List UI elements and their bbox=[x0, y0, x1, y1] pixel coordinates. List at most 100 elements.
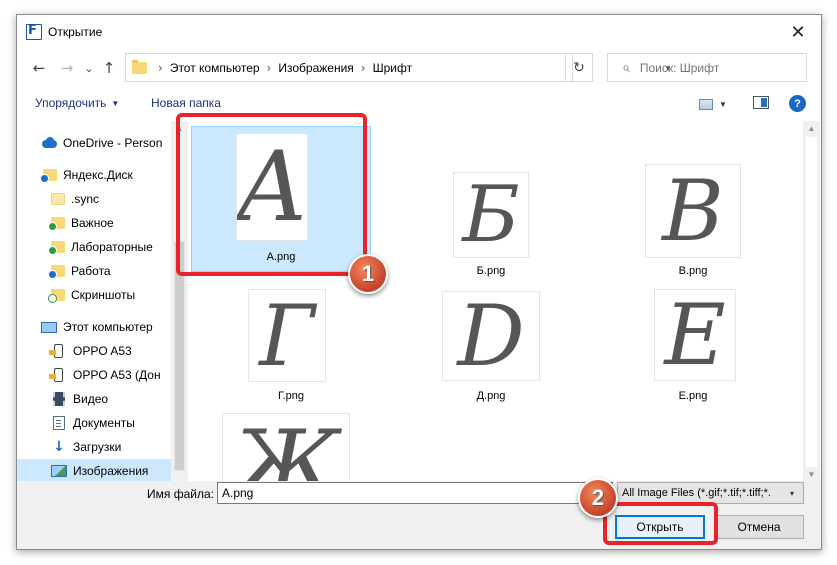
thumbnail-glyph: Б bbox=[462, 172, 520, 258]
sidebar-item-label: .sync bbox=[71, 192, 100, 206]
sidebar-item-documents[interactable]: Документы bbox=[17, 411, 171, 435]
scroll-up-icon[interactable]: ▲ bbox=[803, 121, 820, 135]
file-tile-a[interactable]: A А.png bbox=[191, 126, 371, 272]
close-button[interactable]: ✕ bbox=[775, 15, 821, 49]
forward-button[interactable]: → bbox=[57, 58, 77, 78]
file-name: Г.png bbox=[277, 390, 305, 402]
sidebar-item-this-pc[interactable]: Этот компьютер bbox=[17, 315, 171, 339]
scrollbar-track[interactable] bbox=[806, 137, 817, 467]
navigation-bar: ← → ⌄ ↑ › Этот компьютер › Изображения ›… bbox=[17, 53, 821, 83]
search-icon: ⌕ bbox=[622, 59, 630, 76]
command-bar: Упорядочить ▼ Новая папка ▼ ? bbox=[17, 91, 821, 117]
scrollbar-thumb[interactable] bbox=[174, 241, 185, 471]
sidebar-item-oppo-a53-2[interactable]: OPPO A53 (Дон bbox=[17, 363, 171, 387]
file-tile-d[interactable]: D Д.png bbox=[384, 279, 564, 425]
file-tile-e[interactable]: E Е.png bbox=[586, 279, 766, 425]
sidebar-item-oppo-a53[interactable]: OPPO A53 bbox=[17, 339, 171, 363]
search-input[interactable] bbox=[639, 60, 790, 75]
sidebar-item-sync[interactable]: .sync bbox=[17, 187, 171, 211]
organize-label: Упорядочить bbox=[35, 96, 107, 110]
sidebar-item-label: Лабораторные bbox=[71, 240, 153, 254]
folder-icon bbox=[51, 193, 65, 205]
organize-button[interactable]: Упорядочить ▼ bbox=[35, 96, 119, 110]
scroll-down-icon[interactable]: ▼ bbox=[803, 467, 820, 481]
file-thumbnail: Г bbox=[248, 289, 326, 382]
sidebar-item-label: Загрузки bbox=[73, 440, 122, 454]
file-name: Е.png bbox=[678, 390, 708, 402]
video-icon bbox=[53, 392, 65, 406]
file-thumbnail: E bbox=[654, 289, 736, 381]
recent-locations-button[interactable]: ⌄ bbox=[79, 58, 99, 78]
search-box[interactable]: ⌕ bbox=[607, 53, 807, 82]
folder-syncing-icon bbox=[48, 265, 65, 279]
scroll-up-icon[interactable]: ▲ bbox=[171, 121, 188, 135]
chevron-right-icon: › bbox=[360, 60, 366, 75]
chevron-right-icon: › bbox=[158, 60, 163, 75]
title-bar: F Открытие ✕ bbox=[17, 15, 821, 49]
help-button[interactable]: ? bbox=[789, 95, 806, 112]
sidebar-item-onedrive[interactable]: OneDrive - Person bbox=[17, 131, 171, 155]
thumbnail-glyph: E bbox=[664, 289, 726, 381]
refresh-button[interactable]: ↻ bbox=[565, 53, 593, 82]
file-tile-zh[interactable]: Ж bbox=[188, 403, 368, 481]
navigation-pane-scrollbar[interactable]: ▲ bbox=[171, 121, 188, 481]
breadcrumb-font[interactable]: Шрифт bbox=[373, 61, 412, 75]
step-marker-2: 2 bbox=[578, 478, 618, 518]
new-folder-button[interactable]: Новая папка bbox=[151, 96, 221, 110]
caret-down-icon: ▼ bbox=[111, 99, 120, 108]
file-thumbnail: B bbox=[645, 164, 741, 258]
chevron-right-icon: › bbox=[266, 60, 272, 75]
thumbnail-glyph: D bbox=[457, 291, 525, 381]
navigation-pane: OneDrive - Person Яндекс.Диск .sync Важн… bbox=[17, 121, 171, 481]
sidebar-item-screenshots[interactable]: Скриншоты bbox=[17, 283, 171, 307]
sidebar-item-downloads[interactable]: ↓ Загрузки bbox=[17, 435, 171, 459]
sidebar-item-work[interactable]: Работа bbox=[17, 259, 171, 283]
sidebar-item-label: OPPO A53 bbox=[73, 344, 132, 358]
computer-icon bbox=[41, 321, 57, 333]
sidebar-item-pictures[interactable]: Изображения bbox=[17, 459, 171, 481]
folder-icon bbox=[132, 59, 147, 74]
folder-synced-icon bbox=[48, 241, 65, 255]
folder-synced-icon bbox=[48, 217, 65, 231]
cancel-button[interactable]: Отмена bbox=[714, 515, 804, 539]
up-button[interactable]: ↑ bbox=[99, 58, 119, 78]
file-tile-v[interactable]: B В.png bbox=[586, 126, 766, 277]
file-name: А.png bbox=[266, 251, 296, 263]
preview-pane-button[interactable] bbox=[753, 96, 769, 109]
address-bar[interactable]: › Этот компьютер › Изображения › Шрифт ▾ bbox=[125, 53, 670, 82]
sidebar-item-label: OPPO A53 (Дон bbox=[73, 368, 161, 382]
sidebar-item-yandex-disk[interactable]: Яндекс.Диск bbox=[17, 163, 171, 187]
file-thumbnail: A bbox=[236, 133, 308, 241]
filename-input[interactable] bbox=[217, 482, 613, 504]
sidebar-item-label: Скриншоты bbox=[71, 288, 136, 302]
sidebar-item-label: OneDrive - Person bbox=[63, 136, 163, 150]
open-button[interactable]: Открыть bbox=[615, 515, 705, 539]
app-icon: F bbox=[26, 23, 42, 40]
sidebar-item-important[interactable]: Важное bbox=[17, 211, 171, 235]
file-thumbnail: D bbox=[442, 291, 540, 381]
sidebar-item-video[interactable]: Видео bbox=[17, 387, 171, 411]
thumbnail-glyph: Г bbox=[259, 289, 315, 382]
sidebar-item-label: Изображения bbox=[73, 464, 149, 478]
thumbnail-glyph: A bbox=[237, 133, 307, 241]
thumbnail-glyph: Ж bbox=[232, 413, 340, 481]
chevron-down-icon: ▾ bbox=[790, 488, 795, 498]
change-view-button[interactable]: ▼ bbox=[699, 96, 729, 112]
file-list-scrollbar[interactable]: ▲ ▼ bbox=[803, 121, 820, 481]
window-title: Открытие bbox=[48, 25, 103, 39]
sidebar-item-label: Этот компьютер bbox=[63, 320, 153, 334]
sidebar-item-label: Работа bbox=[71, 264, 111, 278]
file-tile-b[interactable]: Б Б.png bbox=[384, 126, 564, 277]
sidebar-item-labs[interactable]: Лабораторные bbox=[17, 235, 171, 259]
filename-label: Имя файла: bbox=[147, 487, 214, 501]
breadcrumb-pictures[interactable]: Изображения bbox=[278, 61, 353, 75]
file-type-select[interactable]: All Image Files (*.gif;*.tif;*.tiff;*. ▾ bbox=[617, 482, 804, 504]
breadcrumb-this-pc[interactable]: Этот компьютер bbox=[170, 61, 260, 75]
sidebar-item-label: Документы bbox=[73, 416, 135, 430]
file-thumbnail: Ж bbox=[222, 413, 350, 481]
dialog-footer: Имя файла: All Image Files (*.gif;*.tif;… bbox=[17, 481, 821, 549]
phone-icon bbox=[49, 368, 63, 382]
downloads-icon: ↓ bbox=[53, 439, 65, 455]
back-button[interactable]: ← bbox=[29, 58, 49, 78]
sidebar-item-label: Важное bbox=[71, 216, 114, 230]
